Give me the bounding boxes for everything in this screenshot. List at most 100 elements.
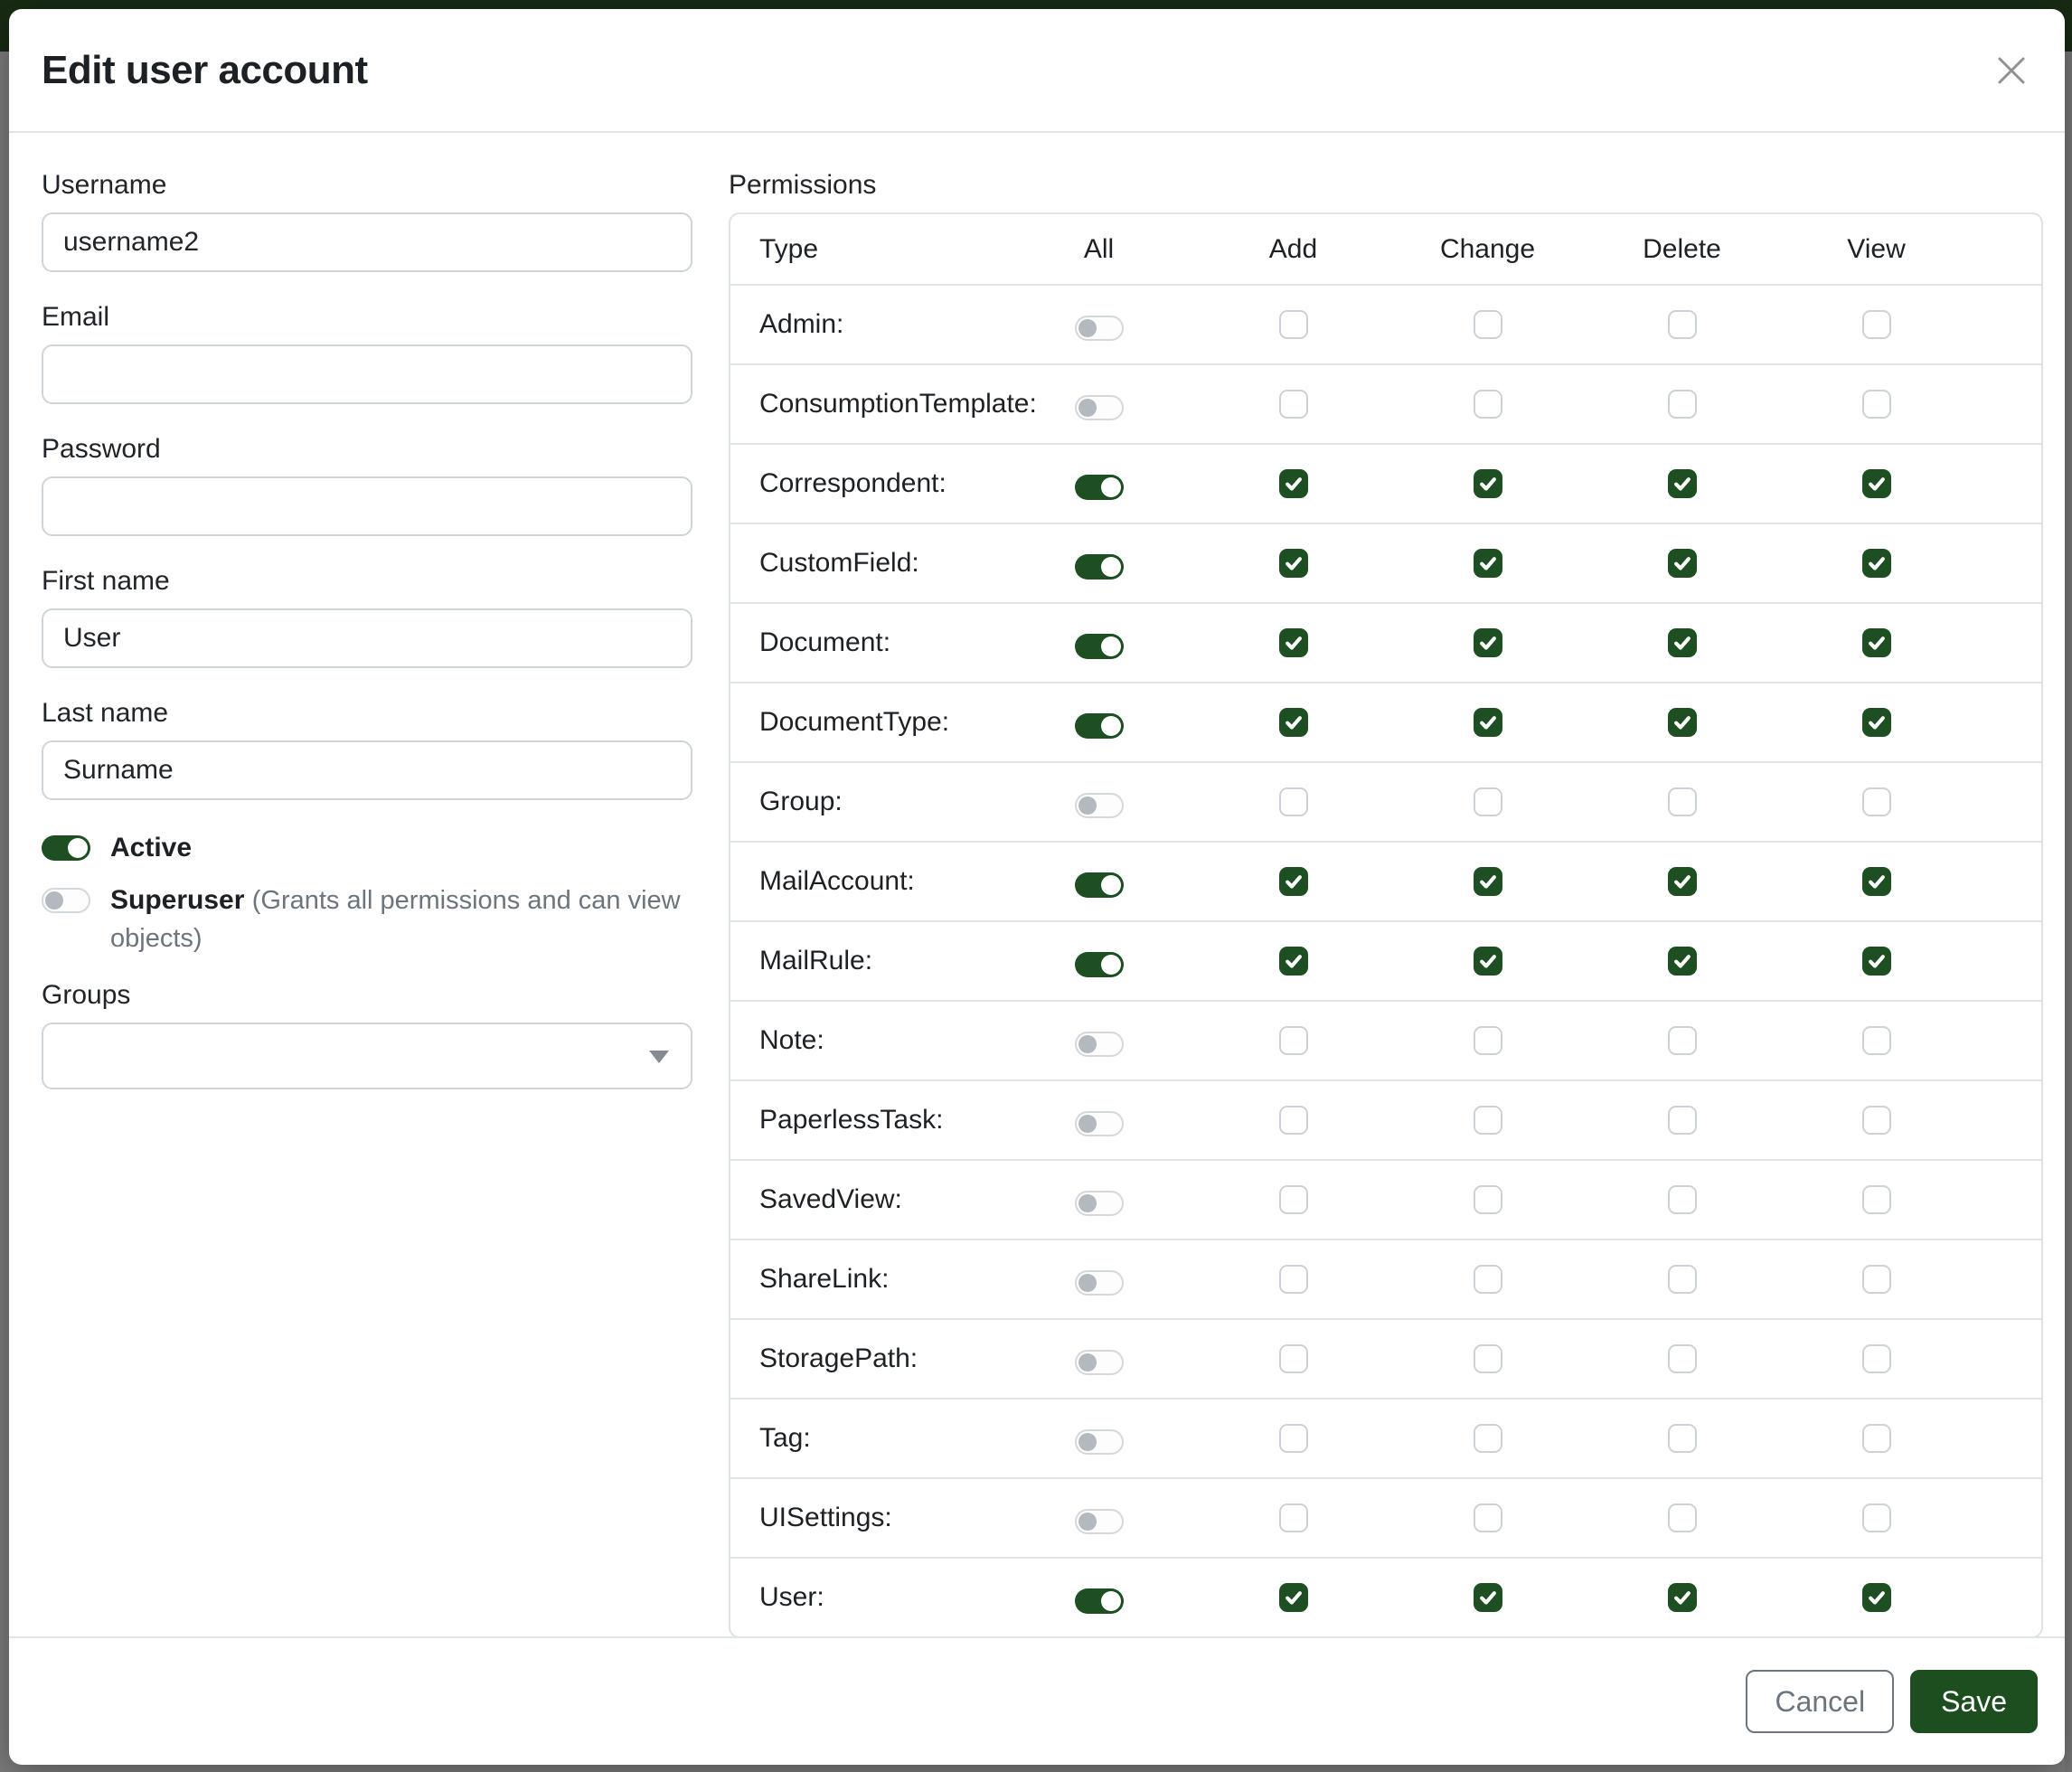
user-change-checkbox[interactable] xyxy=(1474,1583,1502,1612)
consumptiontemplate-view-checkbox[interactable] xyxy=(1862,390,1891,419)
permission-all-cell xyxy=(1002,1423,1196,1455)
note-all-toggle[interactable] xyxy=(1075,1032,1124,1057)
mailrule-add-checkbox[interactable] xyxy=(1279,947,1308,976)
uisettings-change-checkbox[interactable] xyxy=(1474,1503,1502,1532)
documenttype-view-checkbox[interactable] xyxy=(1862,708,1891,737)
mailaccount-change-checkbox[interactable] xyxy=(1474,867,1502,896)
document-add-checkbox[interactable] xyxy=(1279,628,1308,657)
correspondent-delete-checkbox[interactable] xyxy=(1668,469,1697,498)
mailrule-delete-checkbox[interactable] xyxy=(1668,947,1697,976)
first-name-field[interactable] xyxy=(42,608,692,668)
group-delete-checkbox[interactable] xyxy=(1668,787,1697,816)
superuser-toggle[interactable] xyxy=(42,888,90,913)
sharelink-view-checkbox[interactable] xyxy=(1862,1265,1891,1294)
mailaccount-delete-checkbox[interactable] xyxy=(1668,867,1697,896)
correspondent-add-checkbox[interactable] xyxy=(1279,469,1308,498)
consumptiontemplate-all-toggle[interactable] xyxy=(1075,395,1124,420)
email-field[interactable] xyxy=(42,344,692,404)
tag-delete-checkbox[interactable] xyxy=(1668,1424,1697,1453)
admin-delete-checkbox[interactable] xyxy=(1668,310,1697,339)
note-change-checkbox[interactable] xyxy=(1474,1026,1502,1055)
groups-select[interactable] xyxy=(42,1023,692,1089)
save-button[interactable]: Save xyxy=(1910,1670,2038,1733)
uisettings-view-checkbox[interactable] xyxy=(1862,1503,1891,1532)
document-change-checkbox[interactable] xyxy=(1474,628,1502,657)
note-view-checkbox[interactable] xyxy=(1862,1026,1891,1055)
mailaccount-add-checkbox[interactable] xyxy=(1279,867,1308,896)
sharelink-change-checkbox[interactable] xyxy=(1474,1265,1502,1294)
mailaccount-view-checkbox[interactable] xyxy=(1862,867,1891,896)
savedview-change-checkbox[interactable] xyxy=(1474,1185,1502,1214)
note-delete-checkbox[interactable] xyxy=(1668,1026,1697,1055)
document-view-checkbox[interactable] xyxy=(1862,628,1891,657)
storagepath-change-checkbox[interactable] xyxy=(1474,1344,1502,1373)
admin-change-checkbox[interactable] xyxy=(1474,310,1502,339)
mailaccount-all-toggle[interactable] xyxy=(1075,872,1124,898)
user-all-toggle[interactable] xyxy=(1075,1588,1124,1614)
active-toggle[interactable] xyxy=(42,835,90,861)
customfield-change-checkbox[interactable] xyxy=(1474,549,1502,578)
tag-all-toggle[interactable] xyxy=(1075,1429,1124,1455)
username-field[interactable] xyxy=(42,212,692,272)
customfield-view-checkbox[interactable] xyxy=(1862,549,1891,578)
document-all-toggle[interactable] xyxy=(1075,634,1124,659)
storagepath-delete-checkbox[interactable] xyxy=(1668,1344,1697,1373)
storagepath-all-toggle[interactable] xyxy=(1075,1350,1124,1375)
paperlesstask-add-checkbox[interactable] xyxy=(1279,1106,1308,1135)
uisettings-add-checkbox[interactable] xyxy=(1279,1503,1308,1532)
document-delete-checkbox[interactable] xyxy=(1668,628,1697,657)
consumptiontemplate-change-checkbox[interactable] xyxy=(1474,390,1502,419)
tag-change-checkbox[interactable] xyxy=(1474,1424,1502,1453)
savedview-add-checkbox[interactable] xyxy=(1279,1185,1308,1214)
paperlesstask-view-checkbox[interactable] xyxy=(1862,1106,1891,1135)
mailrule-all-toggle[interactable] xyxy=(1075,952,1124,977)
permission-all-cell xyxy=(1002,866,1196,898)
group-view-checkbox[interactable] xyxy=(1862,787,1891,816)
storagepath-add-checkbox[interactable] xyxy=(1279,1344,1308,1373)
admin-add-checkbox[interactable] xyxy=(1279,310,1308,339)
correspondent-change-checkbox[interactable] xyxy=(1474,469,1502,498)
consumptiontemplate-add-checkbox[interactable] xyxy=(1279,390,1308,419)
savedview-all-toggle[interactable] xyxy=(1075,1191,1124,1216)
user-delete-checkbox[interactable] xyxy=(1668,1583,1697,1612)
correspondent-view-checkbox[interactable] xyxy=(1862,469,1891,498)
paperlesstask-change-checkbox[interactable] xyxy=(1474,1106,1502,1135)
cancel-button[interactable]: Cancel xyxy=(1746,1670,1894,1733)
password-field[interactable] xyxy=(42,476,692,536)
documenttype-delete-checkbox[interactable] xyxy=(1668,708,1697,737)
savedview-delete-checkbox[interactable] xyxy=(1668,1185,1697,1214)
tag-add-checkbox[interactable] xyxy=(1279,1424,1308,1453)
admin-all-toggle[interactable] xyxy=(1075,316,1124,341)
sharelink-delete-checkbox[interactable] xyxy=(1668,1265,1697,1294)
consumptiontemplate-delete-checkbox[interactable] xyxy=(1668,390,1697,419)
paperlesstask-delete-checkbox[interactable] xyxy=(1668,1106,1697,1135)
group-add-checkbox[interactable] xyxy=(1279,787,1308,816)
tag-view-checkbox[interactable] xyxy=(1862,1424,1891,1453)
permission-all-cell xyxy=(1002,1184,1196,1216)
correspondent-all-toggle[interactable] xyxy=(1075,475,1124,500)
last-name-field[interactable] xyxy=(42,740,692,800)
mailrule-view-checkbox[interactable] xyxy=(1862,947,1891,976)
documenttype-all-toggle[interactable] xyxy=(1075,713,1124,739)
uisettings-all-toggle[interactable] xyxy=(1075,1509,1124,1534)
note-add-checkbox[interactable] xyxy=(1279,1026,1308,1055)
sharelink-add-checkbox[interactable] xyxy=(1279,1265,1308,1294)
customfield-add-checkbox[interactable] xyxy=(1279,549,1308,578)
documenttype-change-checkbox[interactable] xyxy=(1474,708,1502,737)
group-all-toggle[interactable] xyxy=(1075,793,1124,818)
customfield-delete-checkbox[interactable] xyxy=(1668,549,1697,578)
paperlesstask-all-toggle[interactable] xyxy=(1075,1111,1124,1136)
user-view-checkbox[interactable] xyxy=(1862,1583,1891,1612)
switch-knob xyxy=(1078,1274,1097,1292)
storagepath-view-checkbox[interactable] xyxy=(1862,1344,1891,1373)
group-change-checkbox[interactable] xyxy=(1474,787,1502,816)
uisettings-delete-checkbox[interactable] xyxy=(1668,1503,1697,1532)
sharelink-all-toggle[interactable] xyxy=(1075,1270,1124,1296)
savedview-view-checkbox[interactable] xyxy=(1862,1185,1891,1214)
user-add-checkbox[interactable] xyxy=(1279,1583,1308,1612)
customfield-all-toggle[interactable] xyxy=(1075,554,1124,580)
admin-view-checkbox[interactable] xyxy=(1862,310,1891,339)
close-button[interactable] xyxy=(1985,44,2038,97)
mailrule-change-checkbox[interactable] xyxy=(1474,947,1502,976)
documenttype-add-checkbox[interactable] xyxy=(1279,708,1308,737)
